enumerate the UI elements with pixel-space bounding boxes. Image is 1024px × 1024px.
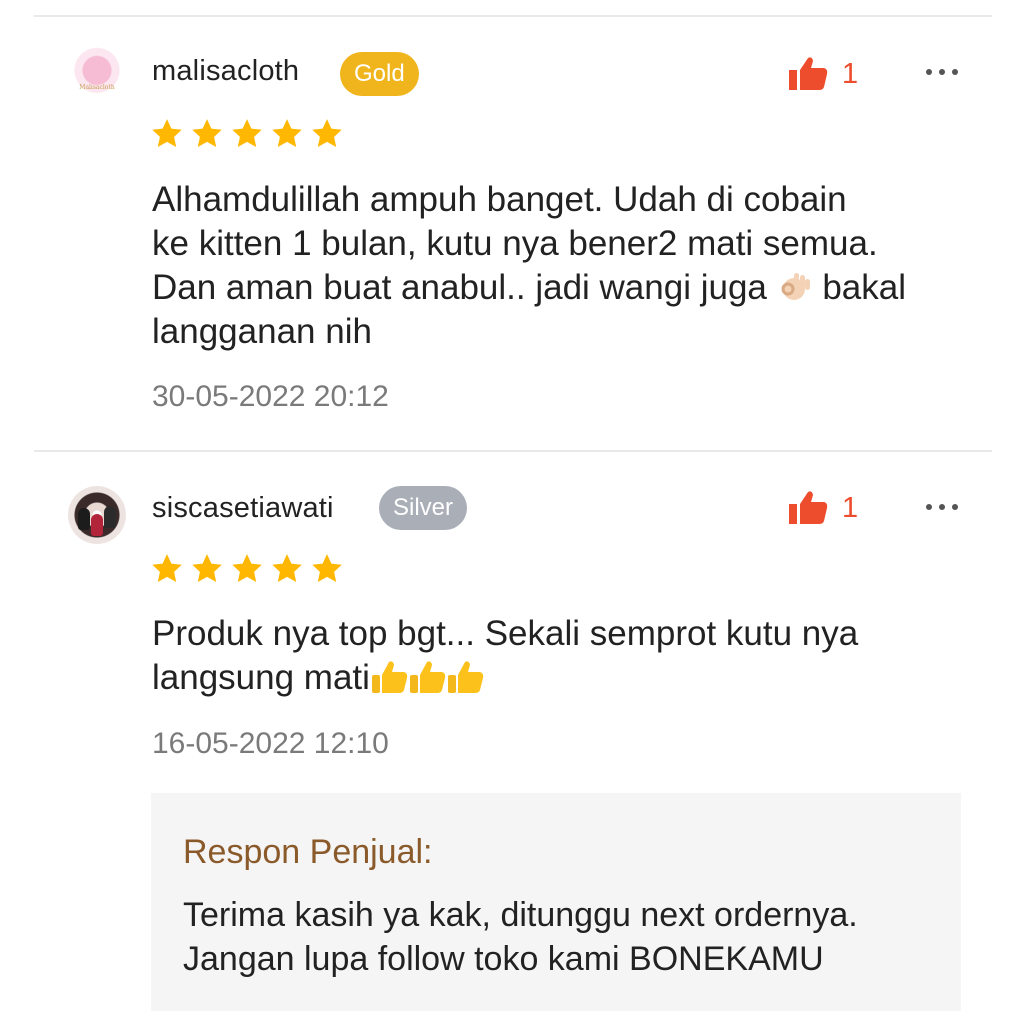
like-count: 1 (842, 491, 859, 524)
review-text: Produk nya top bgt... Sekali semprot kut… (152, 612, 858, 700)
review-text-segment: Dan aman buat anabul.. jadi wangi juga (152, 268, 777, 307)
avatar[interactable]: Malisacloth (68, 46, 126, 104)
thumbs-up-icon (789, 57, 828, 90)
review-text-line: langsung mati (152, 656, 858, 700)
seller-response: Respon Penjual: Terima kasih ya kak, dit… (151, 793, 961, 1011)
seller-response-line: Jangan lupa follow toko kami BONEKAMU (183, 940, 824, 978)
review-text-line: Produk nya top bgt... Sekali semprot kut… (152, 614, 859, 653)
thumbs-up-emoji (447, 661, 484, 693)
like-button[interactable]: 1 (788, 54, 858, 94)
review-text-line: Dan aman buat anabul.. jadi wangi juga b… (152, 266, 906, 310)
more-options-icon[interactable] (922, 66, 962, 78)
like-count: 1 (842, 57, 859, 90)
review-text-line: Alhamdulillah ampuh banget. Udah di coba… (152, 180, 847, 219)
rating-stars (150, 552, 350, 588)
star-icon (312, 119, 342, 148)
star-icon (272, 554, 302, 583)
star-icon (232, 554, 262, 583)
review-text: Alhamdulillah ampuh banget. Udah di coba… (152, 178, 906, 354)
member-badge: Silver (379, 486, 468, 530)
like-button[interactable]: 1 (788, 488, 858, 528)
review-text-segment: bakal (812, 268, 907, 307)
member-badge: Gold (340, 52, 419, 96)
seller-response-title: Respon Penjual: (183, 833, 433, 871)
review-date: 30-05-2022 20:12 (152, 380, 389, 413)
star-icon (232, 119, 262, 148)
star-icon (272, 119, 302, 148)
thumbs-up-emoji (371, 661, 408, 693)
review-date: 16-05-2022 12:10 (152, 727, 389, 760)
username[interactable]: malisacloth (152, 55, 299, 88)
review-text-line: ke kitten 1 bulan, kutu nya bener2 mati … (152, 224, 878, 263)
thumbs-up-icon (789, 491, 828, 524)
star-icon (192, 119, 222, 148)
star-icon (312, 554, 342, 583)
star-icon (192, 554, 222, 583)
username[interactable]: siscasetiawati (152, 492, 334, 525)
avatar[interactable] (68, 486, 126, 544)
rating-stars (150, 117, 350, 153)
ok-hand-emoji (781, 273, 810, 300)
review-item: Malisacloth malisacloth Gold 1 Alhamduli… (0, 0, 1024, 450)
seller-response-line: Terima kasih ya kak, ditunggu next order… (183, 896, 858, 934)
star-icon (152, 554, 182, 583)
more-options-icon[interactable] (922, 501, 962, 513)
thumbs-up-emoji (409, 661, 446, 693)
review-text-segment: langsung mati (152, 658, 370, 697)
star-icon (152, 119, 182, 148)
seller-response-text: Terima kasih ya kak, ditunggu next order… (183, 893, 858, 981)
review-text-line: langganan nih (152, 312, 372, 351)
